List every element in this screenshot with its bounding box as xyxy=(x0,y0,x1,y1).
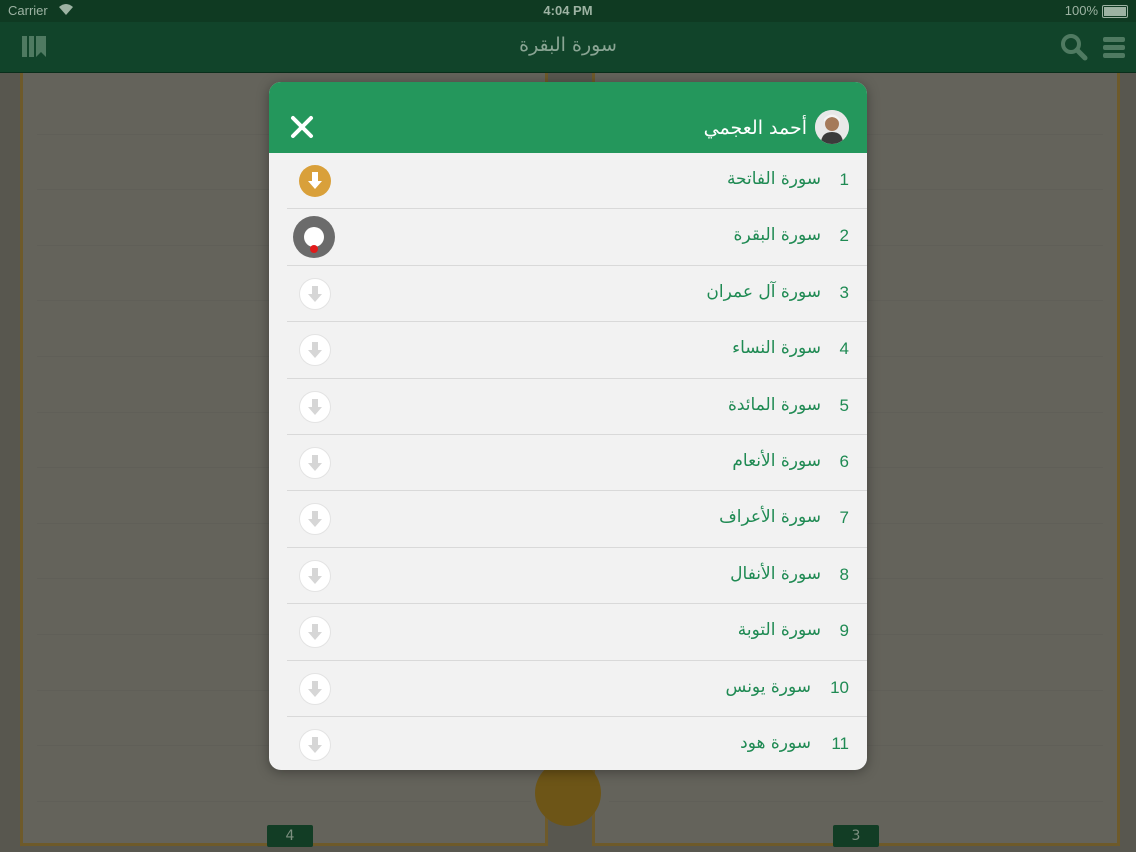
download-icon[interactable] xyxy=(299,446,331,479)
download-icon[interactable] xyxy=(299,390,331,423)
download-icon[interactable] xyxy=(299,277,331,310)
surah-number: 4 xyxy=(839,339,849,359)
modal-header: أحمد العجمي xyxy=(269,82,867,153)
surah-name: سورة الأنفال xyxy=(730,563,821,584)
surah-name: سورة هود xyxy=(740,732,811,753)
list-item[interactable]: سورة هود 11 xyxy=(287,717,867,770)
download-icon[interactable] xyxy=(299,503,331,536)
surah-number: 6 xyxy=(839,451,849,471)
surah-name: سورة المائدة xyxy=(727,394,821,415)
surah-number: 11 xyxy=(831,733,849,753)
clock: 4:04 PM xyxy=(543,3,593,18)
list-item[interactable]: سورة النساء 4 xyxy=(287,322,867,379)
surah-number: 1 xyxy=(839,170,849,189)
surah-number: 9 xyxy=(839,621,849,641)
download-icon[interactable] xyxy=(299,728,331,761)
surah-name: سورة يونس xyxy=(725,676,811,697)
list-item[interactable]: سورة التوبة 9 xyxy=(287,604,867,661)
reciter-avatar xyxy=(815,110,849,144)
nav-bar: سورة البقرة xyxy=(0,22,1136,73)
download-icon[interactable] xyxy=(299,616,331,649)
close-icon[interactable] xyxy=(289,114,315,140)
list-item[interactable]: سورة يونس 10 xyxy=(287,661,867,717)
surah-number: 10 xyxy=(830,677,849,697)
menu-icon[interactable] xyxy=(1100,33,1128,61)
page-title: سورة البقرة xyxy=(519,34,617,56)
download-progress-icon[interactable] xyxy=(293,216,335,259)
page-number-left: 4 xyxy=(267,825,313,847)
list-item[interactable]: سورة الأنعام 6 xyxy=(287,435,867,492)
surah-name: سورة آل عمران xyxy=(706,281,821,302)
reciter-name: أحمد العجمي xyxy=(703,117,807,139)
download-icon[interactable] xyxy=(299,672,331,705)
surah-number: 7 xyxy=(839,508,849,528)
surah-name: سورة البقرة xyxy=(733,225,821,246)
list-item[interactable]: سورة آل عمران 3 xyxy=(287,266,867,323)
surah-number: 5 xyxy=(839,395,849,415)
list-item[interactable]: سورة البقرة 2 xyxy=(287,209,867,266)
battery-percent: 100% xyxy=(1064,3,1098,18)
download-icon[interactable] xyxy=(299,559,331,592)
downloaded-icon[interactable] xyxy=(299,165,331,197)
list-item[interactable]: سورة الفاتحة 1 xyxy=(287,153,867,210)
battery-icon xyxy=(1102,5,1128,18)
surah-name: سورة الفاتحة xyxy=(726,169,821,189)
recitation-download-modal: أحمد العجمي سورة الفاتحة 1 سورة البقرة 2… xyxy=(269,82,867,770)
surah-list: سورة الفاتحة 1 سورة البقرة 2 سورة آل عمر… xyxy=(269,153,867,770)
status-bar: Carrier 4:04 PM 100% xyxy=(0,0,1136,22)
list-item[interactable]: سورة الأنفال 8 xyxy=(287,548,867,605)
list-item[interactable]: سورة الأعراف 7 xyxy=(287,491,867,548)
surah-name: سورة الأعراف xyxy=(719,507,821,528)
surah-number: 3 xyxy=(839,282,849,302)
page-number-right: 3 xyxy=(833,825,879,847)
surah-name: سورة الأنعام xyxy=(732,450,821,471)
surah-name: سورة التوبة xyxy=(737,620,821,641)
surah-name: سورة النساء xyxy=(732,338,821,359)
surah-number: 8 xyxy=(839,564,849,584)
list-item[interactable]: سورة المائدة 5 xyxy=(287,379,867,435)
search-icon[interactable] xyxy=(1060,33,1088,61)
download-icon[interactable] xyxy=(299,334,331,367)
surah-number: 2 xyxy=(839,226,849,246)
